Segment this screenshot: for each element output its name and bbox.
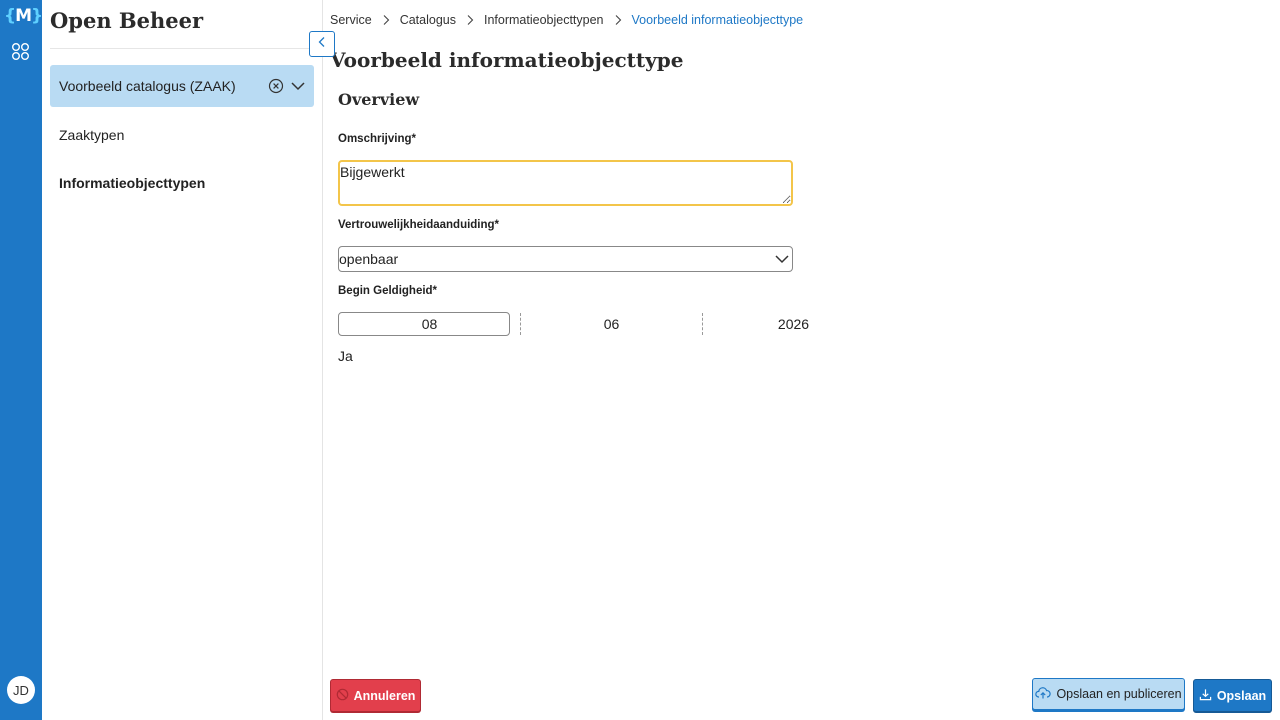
sidebar-divider: [50, 48, 314, 49]
user-avatar[interactable]: JD: [7, 676, 35, 704]
chevron-right-icon: [456, 13, 484, 27]
download-icon: [1199, 688, 1212, 704]
cloud-upload-icon: [1035, 686, 1052, 703]
sidebar-item-zaaktypen[interactable]: Zaaktypen: [59, 127, 124, 143]
cancel-button-label: Annuleren: [353, 688, 416, 703]
breadcrumb-catalogus[interactable]: Catalogus: [400, 13, 456, 27]
chevron-down-icon: [774, 251, 790, 267]
begin-geldigheid-label: Begin Geldigheid*: [338, 285, 438, 297]
save-button-label: Opslaan: [1216, 688, 1267, 703]
app-rail: {M} JD: [0, 0, 43, 720]
breadcrumb-current: Voorbeeld informatieobjecttype: [631, 13, 804, 27]
vertrouwelijkheid-label: Vertrouwelijkheidaanduiding*: [338, 219, 500, 231]
omschrijving-textarea[interactable]: Bijgewerkt: [338, 160, 793, 206]
save-and-publish-button[interactable]: Opslaan en publiceren: [1032, 678, 1185, 710]
ban-icon: [336, 688, 349, 704]
omschrijving-label: Omschrijving*: [338, 133, 416, 145]
page-title: Voorbeeld informatieobjecttype: [330, 48, 684, 72]
save-and-publish-label: Opslaan en publiceren: [1056, 687, 1182, 701]
breadcrumb-service[interactable]: Service: [330, 13, 372, 27]
app-title: Open Beheer: [50, 8, 204, 33]
breadcrumb-informatieobjecttypen[interactable]: Informatieobjecttypen: [484, 13, 604, 27]
breadcrumb: Service Catalogus Informatieobjecttypen …: [330, 12, 803, 28]
section-title: Overview: [338, 90, 420, 109]
cancel-button[interactable]: Annuleren: [330, 679, 421, 712]
apps-grid-icon[interactable]: [11, 42, 31, 62]
date-year-input[interactable]: [702, 313, 884, 335]
chevron-down-icon[interactable]: [290, 78, 306, 94]
date-month-input[interactable]: [520, 313, 702, 335]
clear-circle-icon[interactable]: [268, 78, 284, 94]
date-day-input[interactable]: [339, 313, 520, 335]
vertrouwelijkheid-value: openbaar: [339, 251, 399, 267]
chevron-right-icon: [372, 13, 400, 27]
main-content: Service Catalogus Informatieobjecttypen …: [323, 0, 1280, 720]
sidebar-item-informatieobjecttypen[interactable]: Informatieobjecttypen: [59, 175, 205, 191]
chevron-right-icon: [604, 13, 632, 27]
catalog-select-value: Voorbeeld catalogus (ZAAK): [59, 78, 236, 94]
app-logo[interactable]: {M}: [4, 6, 43, 28]
collapse-sidebar-button[interactable]: [309, 31, 335, 57]
chevron-left-icon: [316, 35, 328, 53]
save-button[interactable]: Opslaan: [1193, 679, 1272, 712]
catalog-select[interactable]: Voorbeeld catalogus (ZAAK): [50, 65, 314, 107]
static-value-ja: Ja: [338, 348, 353, 364]
begin-geldigheid-date: [338, 312, 884, 336]
vertrouwelijkheid-select[interactable]: openbaar: [338, 246, 793, 272]
sidebar: Open Beheer Voorbeeld catalogus (ZAAK) Z…: [42, 0, 323, 720]
